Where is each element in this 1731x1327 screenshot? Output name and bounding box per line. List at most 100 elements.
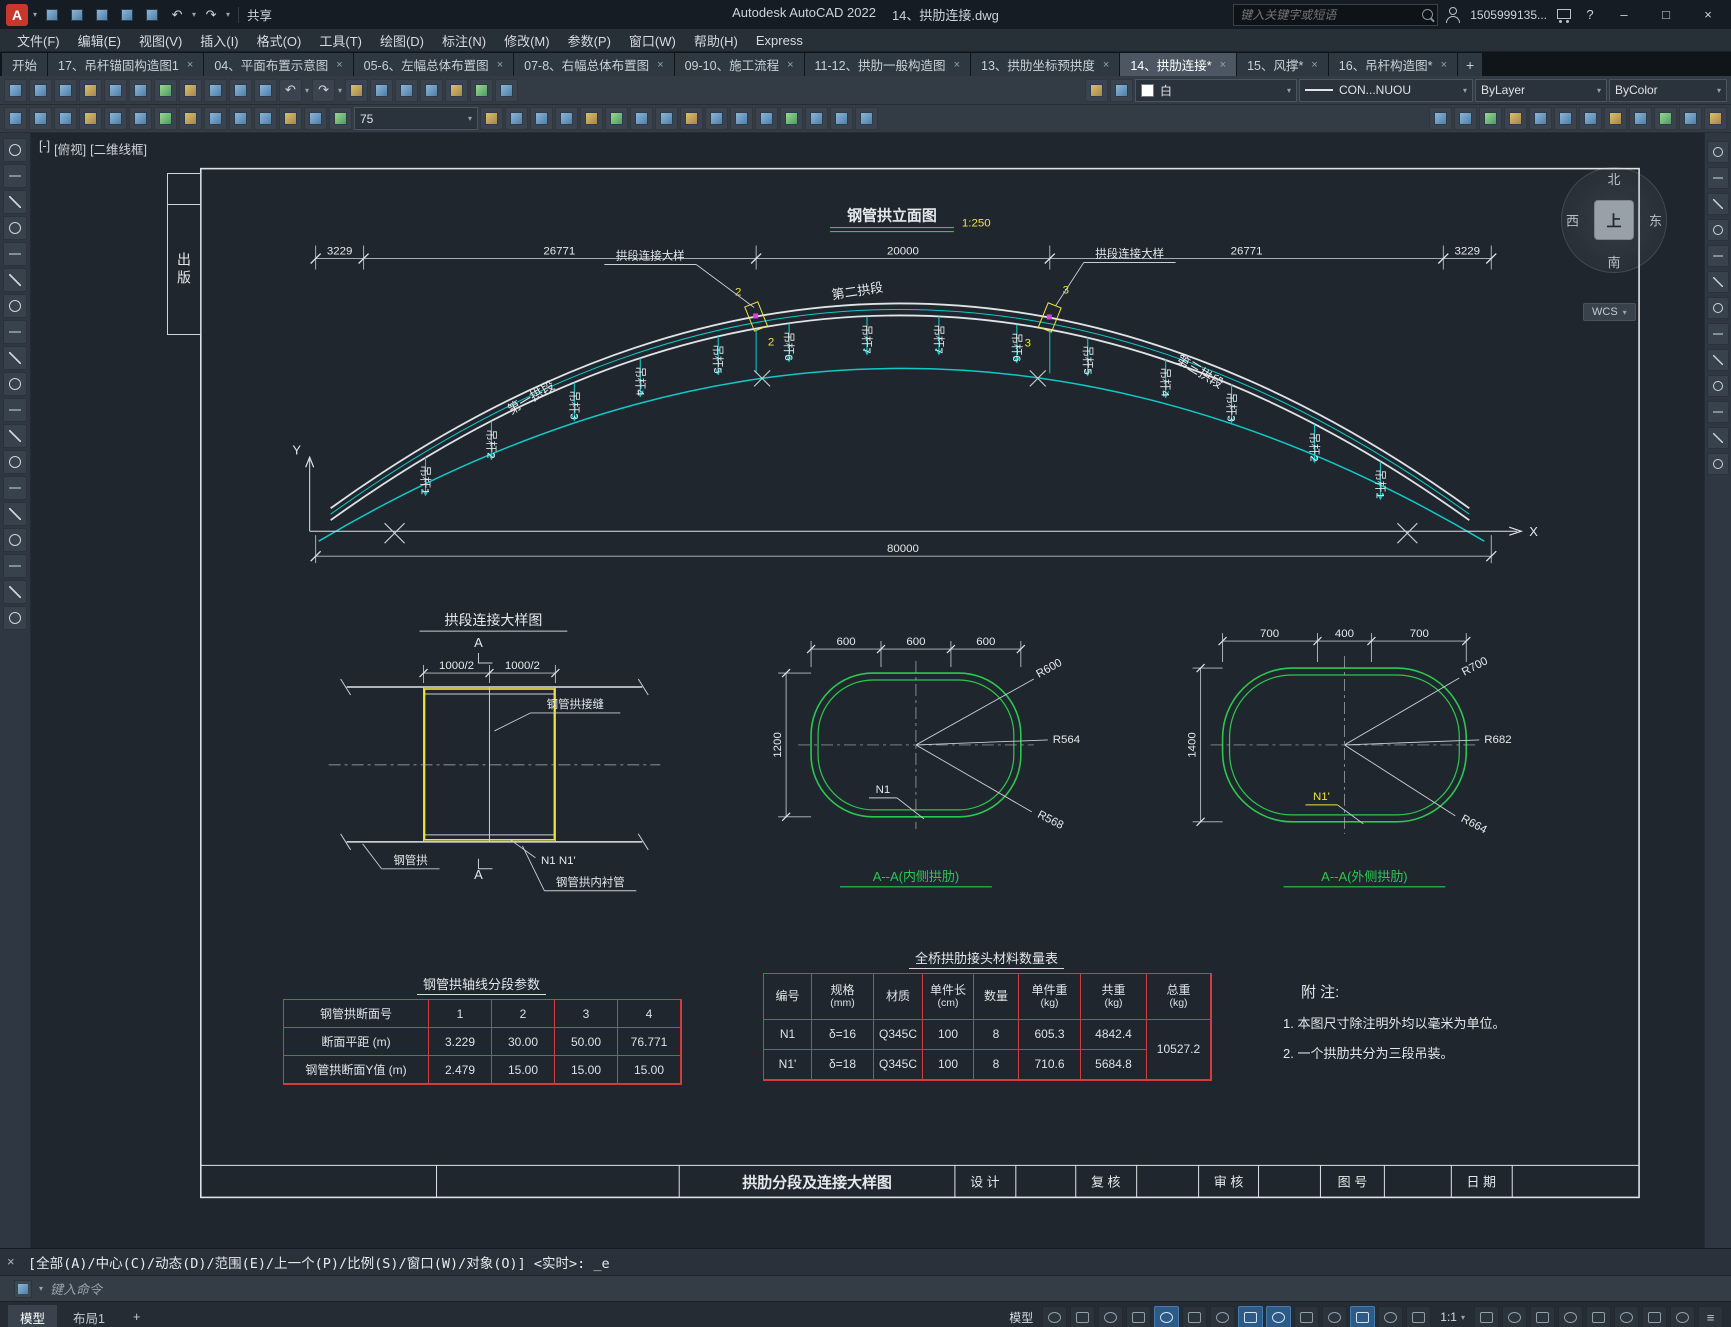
match-properties-icon[interactable] [254, 78, 277, 102]
help-icon[interactable]: ? [1581, 7, 1599, 22]
extend-icon[interactable] [730, 107, 753, 130]
steering-wheel-icon[interactable] [1707, 427, 1729, 449]
share-button[interactable]: 共享 [247, 5, 272, 24]
open-icon[interactable] [67, 5, 87, 25]
spline-icon[interactable] [3, 346, 27, 370]
command-close-icon[interactable]: × [7, 1254, 15, 1269]
region-icon[interactable] [3, 554, 27, 578]
search-icon[interactable] [1422, 9, 1434, 20]
undo-icon[interactable]: ↶ [167, 5, 187, 25]
tab-close-icon[interactable]: × [787, 59, 793, 71]
search-box[interactable] [1233, 3, 1439, 26]
menu-tools[interactable]: 工具(T) [310, 31, 371, 50]
lineweight-dropdown[interactable]: ByLayer ▾ [1475, 78, 1607, 102]
chamfer-icon[interactable] [805, 107, 828, 130]
point-icon[interactable] [3, 476, 27, 500]
transparency-icon[interactable] [1294, 1305, 1320, 1327]
polar-tracking-icon[interactable] [1154, 1305, 1180, 1327]
grid-icon[interactable] [29, 107, 52, 130]
ducs-icon[interactable] [154, 107, 177, 130]
menu-dimension[interactable]: 标注(N) [433, 31, 495, 50]
units-icon[interactable] [1530, 1305, 1555, 1327]
lineweight-icon[interactable] [204, 107, 227, 130]
orbit-icon[interactable] [1707, 219, 1729, 241]
fillet-icon[interactable] [830, 107, 853, 130]
search-input[interactable] [1238, 6, 1423, 23]
menu-view[interactable]: 视图(V) [130, 31, 191, 50]
tab-doc-04[interactable]: 04、平面布置示意图 × [204, 53, 354, 76]
dist-icon[interactable] [1629, 107, 1652, 130]
table-icon[interactable] [3, 580, 27, 604]
transparency-icon[interactable] [229, 107, 252, 130]
mirror-icon[interactable] [530, 107, 553, 130]
undo-caret-icon[interactable]: ▾ [192, 10, 196, 19]
save-icon[interactable] [92, 5, 112, 25]
view-settings-icon[interactable] [1707, 453, 1729, 475]
viewcube-top-face[interactable]: 上 [1594, 200, 1634, 240]
menu-help[interactable]: 帮助(H) [685, 31, 747, 50]
rotate-icon[interactable] [630, 107, 653, 130]
osnap-icon[interactable] [104, 107, 127, 130]
viewport-visual-style-control[interactable]: [二维线框] [90, 139, 147, 158]
viewcube[interactable]: 北 南 西 东 上 [1561, 167, 1667, 273]
app-store-cart-icon[interactable] [1555, 7, 1573, 23]
tab-close-icon[interactable]: × [657, 59, 663, 71]
command-customize-icon[interactable] [14, 1279, 32, 1298]
tab-close-icon[interactable]: × [1311, 59, 1317, 71]
pan-icon[interactable] [345, 78, 369, 102]
viewcube-west[interactable]: 西 [1566, 211, 1579, 230]
dyn-icon[interactable] [179, 107, 202, 130]
clean-screen-icon[interactable] [1670, 1305, 1695, 1327]
hide-objects-icon[interactable] [1554, 107, 1577, 130]
tab-doc-11-12[interactable]: 11-12、拱肋一般构造图 × [804, 53, 971, 76]
undo-icon[interactable]: ↶ [279, 78, 302, 102]
ellipse-arc-icon[interactable] [3, 398, 27, 422]
lineweight-display-icon[interactable] [1266, 1305, 1292, 1327]
otrack-icon[interactable] [129, 107, 152, 130]
hatch-icon[interactable] [3, 502, 27, 526]
ortho-icon[interactable] [54, 107, 77, 130]
tab-doc-14-active[interactable]: 14、拱肋连接* × [1120, 53, 1238, 76]
copy-object-icon[interactable] [505, 107, 528, 130]
menu-insert[interactable]: 插入(I) [191, 31, 247, 50]
snap-toggle-icon[interactable] [1070, 1305, 1096, 1327]
menu-modify[interactable]: 修改(M) [495, 31, 559, 50]
save-icon[interactable] [54, 78, 77, 102]
tab-close-icon[interactable]: × [1220, 59, 1226, 71]
new-tab-button[interactable]: + [1458, 53, 1484, 76]
app-logo-icon[interactable]: A [6, 3, 28, 26]
offset-icon[interactable] [555, 107, 578, 130]
tab-close-icon[interactable]: × [1441, 59, 1447, 71]
tool-palettes-icon[interactable] [495, 78, 519, 102]
trim-icon[interactable] [705, 107, 728, 130]
show-motion-icon[interactable] [1707, 245, 1729, 267]
ortho-toggle-icon[interactable] [1126, 1305, 1152, 1327]
selection-cycling-icon[interactable] [279, 107, 302, 130]
quick-properties-icon[interactable] [254, 107, 277, 130]
stretch-icon[interactable] [680, 107, 703, 130]
pan-icon[interactable] [1707, 167, 1729, 189]
tab-doc-07-8[interactable]: 07-8、右幅总体布置图 × [514, 53, 675, 76]
zoom-extents-icon[interactable] [1707, 323, 1729, 345]
tab-doc-17[interactable]: 17、吊杆锚固构造图1 × [48, 53, 205, 76]
draworder-back-icon[interactable] [1454, 107, 1477, 130]
linetype-dropdown[interactable]: CON...NUOU ▾ [1299, 78, 1473, 102]
units-icon[interactable] [304, 107, 327, 130]
save-as-icon[interactable] [79, 78, 102, 102]
area-icon[interactable] [1654, 107, 1677, 130]
gradient-icon[interactable] [3, 528, 27, 552]
wcs-dropdown[interactable]: WCS ▾ [1583, 303, 1636, 321]
ellipse-icon[interactable] [3, 372, 27, 396]
layout1-tab[interactable]: 布局1 [61, 1305, 117, 1327]
tab-close-icon[interactable]: × [497, 59, 503, 71]
zoom-window-icon[interactable] [395, 78, 419, 102]
isodraft-icon[interactable] [1182, 1305, 1208, 1327]
annotation-scale-dropdown[interactable]: 1:1 ▾ [1434, 1308, 1471, 1326]
minimize-button[interactable]: – [1607, 0, 1641, 29]
menu-express[interactable]: Express [747, 33, 812, 48]
paste-icon[interactable] [229, 78, 252, 102]
model-space-canvas[interactable]: 拱肋分段及连接大样图 设 计 复 核 审 核 图 号 日 期 钢管拱立面图 1:… [31, 133, 1704, 1248]
undo-caret-icon[interactable]: ▾ [304, 86, 310, 95]
plotstyle-dropdown[interactable]: ByColor ▾ [1609, 78, 1727, 102]
zoom-realtime-icon[interactable] [370, 78, 394, 102]
